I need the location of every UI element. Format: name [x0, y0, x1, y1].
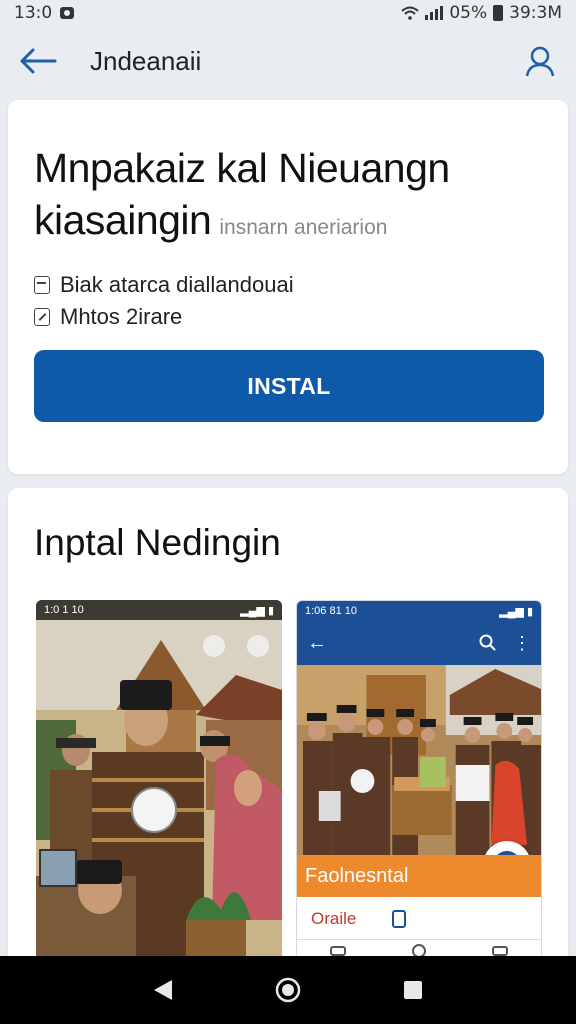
meta-row-calendar: Biak atarca diallandouai [34, 272, 294, 298]
edit-icon [34, 308, 50, 326]
install-button[interactable]: INSTAL [34, 350, 544, 422]
meta-text: Mhtos 2irare [60, 304, 183, 329]
search-icon [479, 634, 496, 651]
status-time: 13:0 [14, 3, 53, 23]
app-info-card: Mnpakaiz kal Nieuangn kiasaingin insnarn … [8, 100, 568, 474]
nav-home-button[interactable] [268, 970, 308, 1010]
shot-tool-label: Oraile [311, 909, 357, 928]
app-subtitle: insnarn aneriarion [219, 216, 388, 239]
shot-status-bar: 1:0 1 10 ▂▄▆ ▮ [36, 600, 282, 620]
event-photo [297, 665, 541, 855]
event-photo [36, 620, 282, 960]
appbar-title: Jndeanaii [90, 45, 202, 76]
lock-icon [392, 910, 407, 928]
status-clock: 39:3M [509, 3, 562, 23]
app-bar: Jndeanaii [0, 30, 576, 92]
wifi-icon [401, 6, 420, 20]
status-right: 05% 39:3M [401, 3, 562, 23]
arrow-left-icon: ← [307, 631, 327, 654]
screenshots-card: Inptal Nedingin 1:0 1 10 ▂▄▆ ▮ 1:06 81 1… [8, 488, 568, 968]
more-vert-icon: ⋮ [513, 632, 531, 653]
square-recents-icon [404, 981, 423, 999]
meta-row-edit: Mhtos 2irare [34, 304, 182, 330]
signal-icon: ▂▄▆ ▮ [240, 604, 274, 617]
battery-icon [493, 5, 504, 21]
shot-status-time: 1:0 1 10 [44, 604, 84, 616]
meta-text: Biak atarca diallandouai [60, 272, 294, 297]
arrow-left-icon [20, 48, 57, 74]
app-title: Mnpakaiz kal Nieuangn kiasaingin insnarn … [34, 142, 544, 254]
shot-toolbar: Oraile [297, 899, 541, 939]
calendar-icon [34, 276, 50, 294]
system-nav-bar [0, 956, 576, 1024]
home-icon [330, 945, 346, 956]
camera-icon [60, 7, 75, 19]
profile-button[interactable] [522, 43, 558, 79]
back-button[interactable] [18, 41, 58, 81]
triangle-back-icon [153, 980, 172, 1000]
section-title: Inptal Nedingin [34, 522, 281, 563]
screenshot-2[interactable]: 1:06 81 10 ▂▄▆ ▮ ← ⋮ Faolnesntal Oraile [296, 600, 542, 960]
nav-back-button[interactable] [143, 970, 183, 1010]
nav-recents-button[interactable] [393, 970, 433, 1010]
shot-app-bar: ← ⋮ [297, 621, 541, 665]
signal-icon [425, 6, 444, 20]
shot-status-bar: 1:06 81 10 ▂▄▆ ▮ [297, 601, 541, 621]
shot-banner: Faolnesntal [297, 855, 541, 897]
status-left: 13:0 [14, 3, 75, 23]
square-icon [492, 945, 508, 956]
battery-percent: 05% [449, 3, 488, 23]
circle-home-icon [275, 977, 301, 1003]
shot-appbar-actions: ⋮ [479, 633, 531, 654]
user-icon [525, 46, 555, 77]
signal-icon: ▂▄▆ ▮ [499, 605, 533, 618]
status-bar: 13:0 05% 39:3M [0, 0, 576, 26]
screenshot-1[interactable]: 1:0 1 10 ▂▄▆ ▮ [36, 600, 282, 960]
shot-status-time: 1:06 81 10 [305, 605, 357, 617]
